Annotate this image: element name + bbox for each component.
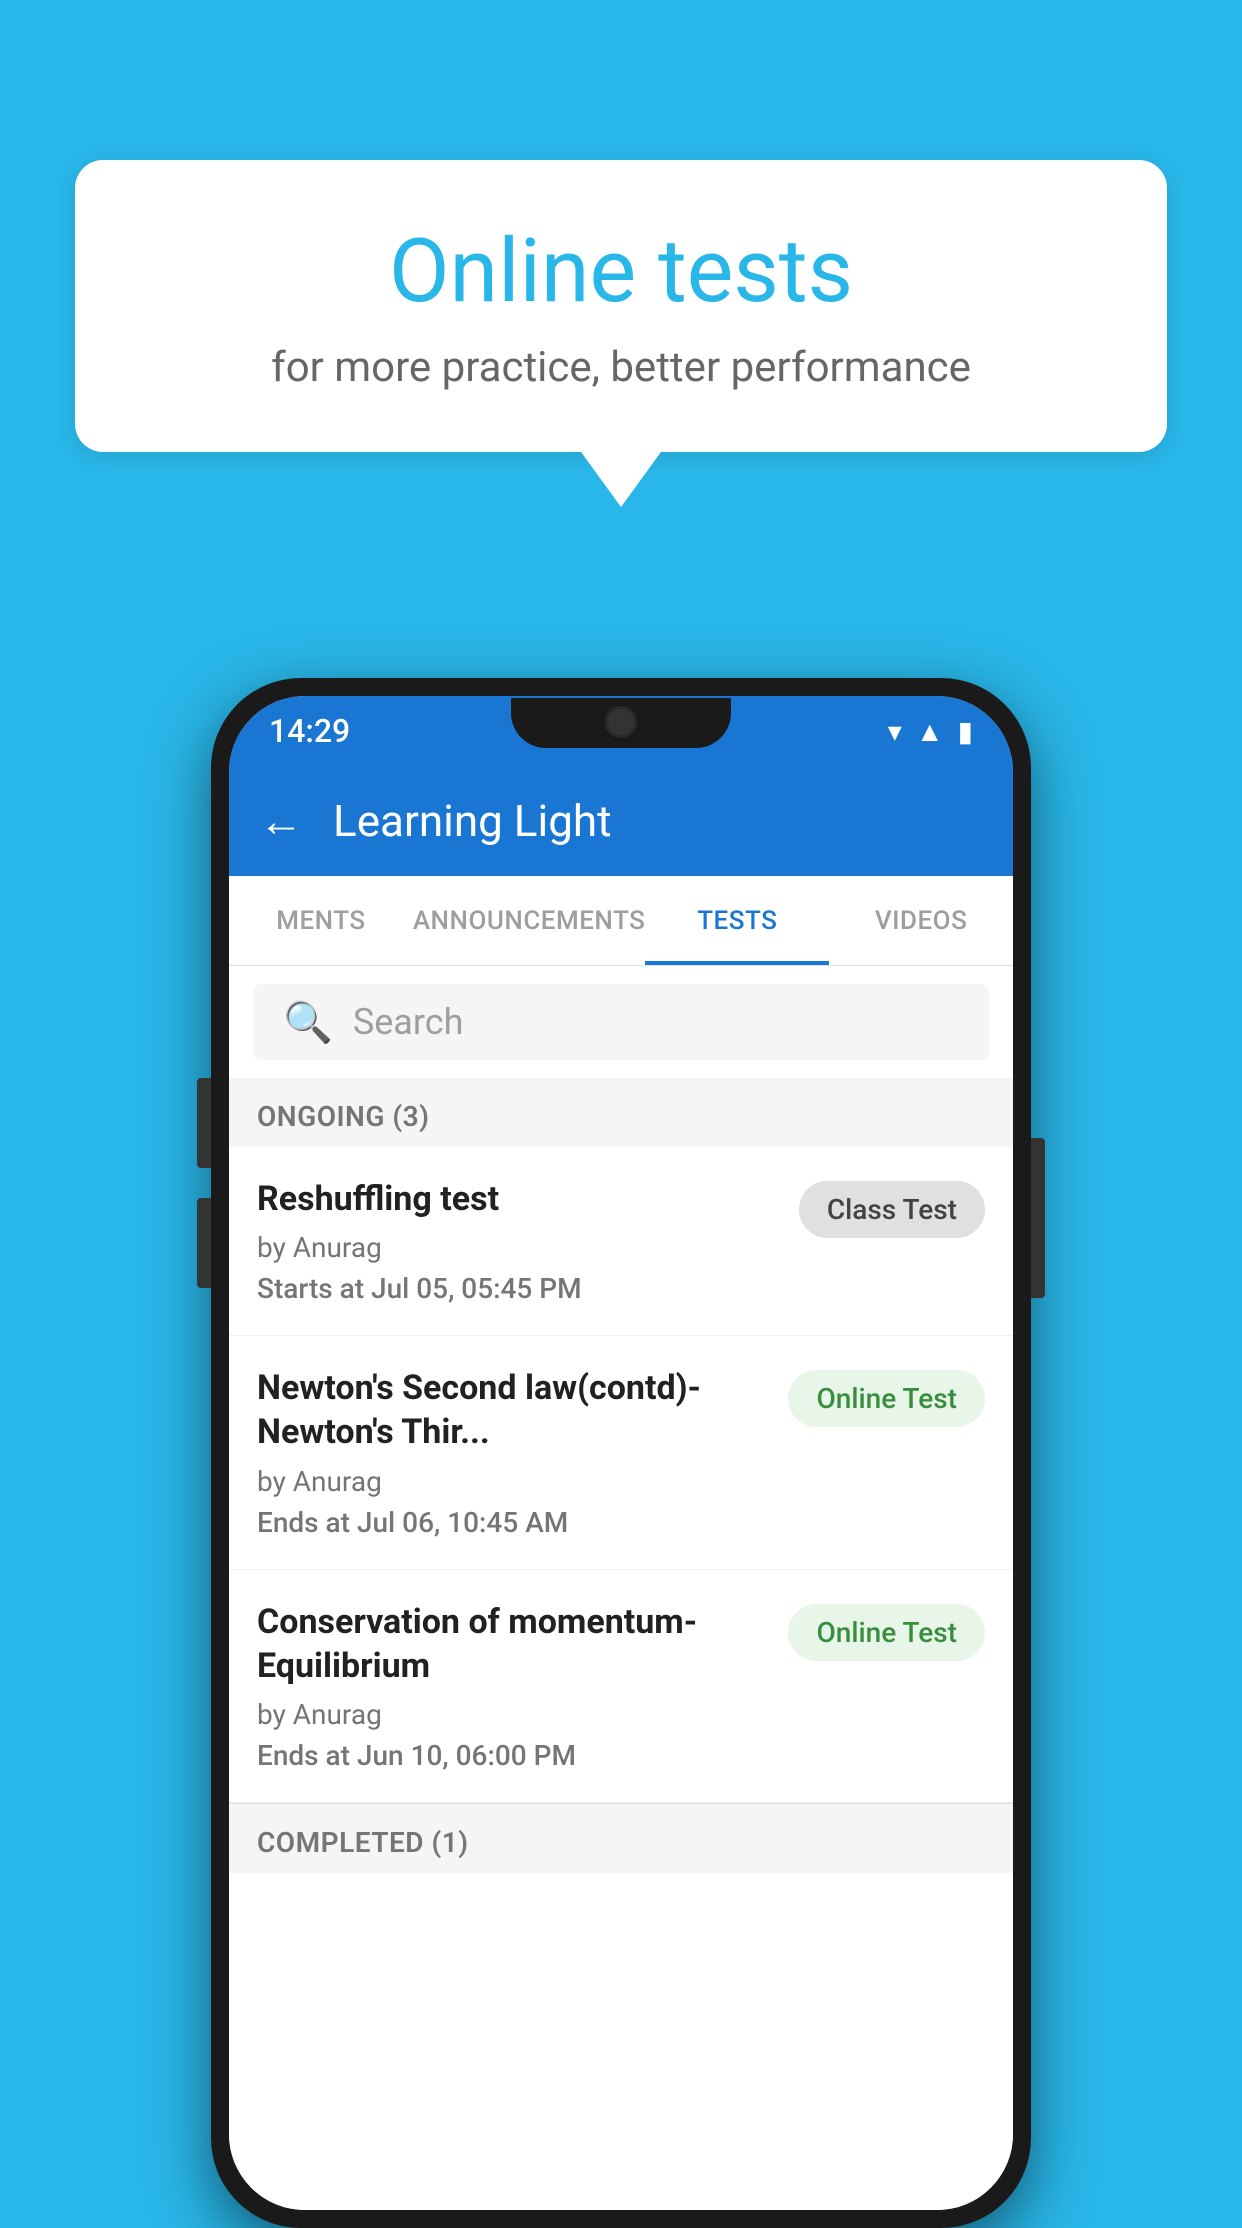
search-icon: 🔍: [283, 999, 333, 1046]
signal-icon: ▲: [916, 715, 944, 748]
test-name: Conservation of momentum-Equilibrium: [257, 1600, 768, 1688]
test-time: Ends at Jul 06, 10:45 AM: [257, 1506, 768, 1539]
test-item[interactable]: Newton's Second law(contd)-Newton's Thir…: [229, 1336, 1013, 1569]
test-list: Reshuffling test by Anurag Starts at Jul…: [229, 1147, 1013, 2210]
tab-tests[interactable]: TESTS: [645, 876, 829, 965]
test-item[interactable]: Reshuffling test by Anurag Starts at Jul…: [229, 1147, 1013, 1336]
tab-videos[interactable]: VIDEOS: [829, 876, 1013, 965]
phone-notch: [511, 698, 731, 748]
ongoing-section-header: ONGOING (3): [229, 1078, 1013, 1147]
search-container: 🔍 Search: [229, 966, 1013, 1078]
test-info: Newton's Second law(contd)-Newton's Thir…: [257, 1366, 788, 1538]
app-title: Learning Light: [333, 795, 612, 847]
status-time: 14:29: [269, 712, 350, 750]
back-button[interactable]: ←: [259, 799, 303, 843]
tab-announcements[interactable]: ANNOUNCEMENTS: [413, 876, 646, 965]
test-time: Starts at Jul 05, 05:45 PM: [257, 1272, 779, 1305]
test-info: Reshuffling test by Anurag Starts at Jul…: [257, 1177, 799, 1305]
test-author: by Anurag: [257, 1231, 779, 1264]
volume-up-button[interactable]: [197, 1078, 211, 1168]
search-placeholder: Search: [353, 1001, 464, 1043]
phone-screen: 14:29 ▾ ▲ ▮ ← Learning Light MENTS ANNOU…: [229, 696, 1013, 2210]
speech-bubble-arrow: [581, 452, 661, 507]
tab-ments[interactable]: MENTS: [229, 876, 413, 965]
speech-bubble-wrapper: Online tests for more practice, better p…: [75, 160, 1167, 507]
phone-frame: 14:29 ▾ ▲ ▮ ← Learning Light MENTS ANNOU…: [211, 678, 1031, 2228]
test-author: by Anurag: [257, 1698, 768, 1731]
battery-icon: ▮: [958, 715, 973, 748]
front-camera: [605, 706, 637, 738]
test-item[interactable]: Conservation of momentum-Equilibrium by …: [229, 1570, 1013, 1803]
test-time: Ends at Jun 10, 06:00 PM: [257, 1739, 768, 1772]
test-badge-class: Class Test: [799, 1181, 985, 1238]
test-author: by Anurag: [257, 1465, 768, 1498]
tabs-bar: MENTS ANNOUNCEMENTS TESTS VIDEOS: [229, 876, 1013, 966]
test-name: Reshuffling test: [257, 1177, 779, 1221]
test-name: Newton's Second law(contd)-Newton's Thir…: [257, 1366, 768, 1454]
wifi-icon: ▾: [888, 715, 902, 748]
search-box[interactable]: 🔍 Search: [253, 984, 989, 1060]
test-badge-online: Online Test: [788, 1370, 985, 1427]
content-area: 🔍 Search ONGOING (3) Reshuffling test by…: [229, 966, 1013, 2210]
test-badge-online: Online Test: [788, 1604, 985, 1661]
completed-section-header: COMPLETED (1): [229, 1803, 1013, 1873]
speech-bubble-title: Online tests: [155, 220, 1087, 323]
power-button[interactable]: [1031, 1138, 1045, 1298]
volume-down-button[interactable]: [197, 1198, 211, 1288]
test-info: Conservation of momentum-Equilibrium by …: [257, 1600, 788, 1772]
app-bar: ← Learning Light: [229, 766, 1013, 876]
speech-bubble-subtitle: for more practice, better performance: [155, 343, 1087, 392]
speech-bubble: Online tests for more practice, better p…: [75, 160, 1167, 452]
status-icons: ▾ ▲ ▮: [888, 715, 973, 748]
